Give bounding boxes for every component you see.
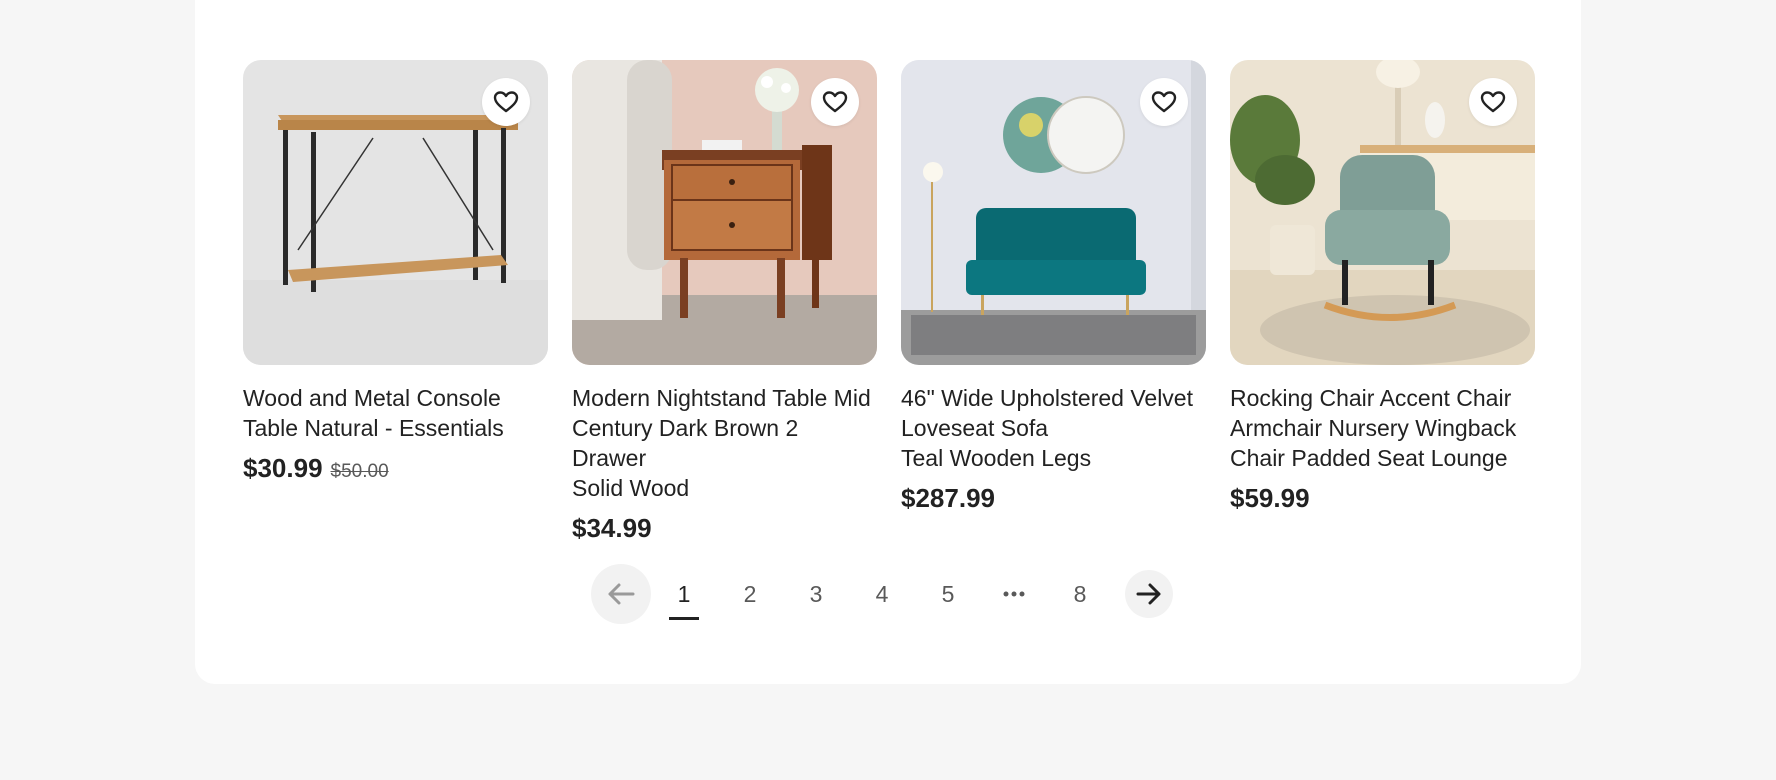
product-card[interactable]: 46" Wide Upholstered Velvet Loveseat Sof…	[901, 60, 1206, 544]
original-price: $50.00	[330, 461, 389, 482]
product-price: $59.99	[1230, 483, 1310, 513]
product-price: $30.99	[243, 453, 323, 483]
page-3-link[interactable]: 3	[783, 564, 849, 624]
heart-outline-icon	[1480, 91, 1506, 113]
favorite-button[interactable]	[1140, 78, 1188, 126]
product-card[interactable]: Rocking Chair Accent Chair Armchair Nurs…	[1230, 60, 1535, 544]
next-page-button[interactable]	[1125, 570, 1173, 618]
product-title-line: Teal Wooden Legs	[901, 445, 1092, 471]
product-title[interactable]: 46" Wide Upholstered Velvet Loveseat Sof…	[901, 383, 1206, 473]
favorite-button[interactable]	[1469, 78, 1517, 126]
product-title-line: Loveseat Sofa	[901, 415, 1049, 441]
page-5-link[interactable]: 5	[915, 564, 981, 624]
product-title-line: 46" Wide Upholstered Velvet	[901, 385, 1193, 411]
product-title-line: Table Natural - Essentials	[243, 415, 504, 441]
favorite-button[interactable]	[482, 78, 530, 126]
product-title-line: Armchair Nursery Wingback	[1230, 415, 1517, 441]
product-grid: Wood and Metal Console Table Natural - E…	[243, 60, 1535, 544]
product-title-line: Century Dark Brown 2 Drawer	[572, 415, 799, 471]
product-title[interactable]: Rocking Chair Accent Chair Armchair Nurs…	[1230, 383, 1535, 473]
product-title-line: Chair Padded Seat Lounge	[1230, 445, 1508, 471]
product-title-line: Wood and Metal Console	[243, 385, 501, 411]
page-2-link[interactable]: 2	[717, 564, 783, 624]
product-title-line: Solid Wood	[572, 475, 690, 501]
heart-outline-icon	[822, 91, 848, 113]
product-price: $287.99	[901, 483, 995, 513]
product-image[interactable]	[243, 60, 548, 365]
favorite-button[interactable]	[811, 78, 859, 126]
last-page-link[interactable]: 8	[1047, 564, 1113, 624]
heart-outline-icon	[1151, 91, 1177, 113]
previous-page-button[interactable]	[591, 564, 651, 624]
product-card[interactable]: Modern Nightstand Table Mid Century Dark…	[572, 60, 877, 544]
product-panel: Wood and Metal Console Table Natural - E…	[195, 0, 1581, 684]
arrow-right-icon	[1136, 583, 1161, 605]
price-row: $30.99 $50.00	[243, 453, 548, 484]
product-title[interactable]: Modern Nightstand Table Mid Century Dark…	[572, 383, 877, 503]
product-image[interactable]	[901, 60, 1206, 365]
price-row: $59.99	[1230, 483, 1535, 514]
product-card[interactable]: Wood and Metal Console Table Natural - E…	[243, 60, 548, 544]
product-title[interactable]: Wood and Metal Console Table Natural - E…	[243, 383, 548, 443]
heart-outline-icon	[493, 91, 519, 113]
ellipsis-icon	[1003, 591, 1025, 597]
page-1-link[interactable]: 1	[651, 564, 717, 624]
product-title-line: Rocking Chair Accent Chair	[1230, 385, 1512, 411]
product-image[interactable]	[1230, 60, 1535, 365]
price-row: $34.99	[572, 513, 877, 544]
pagination: 1 2 3 4 5 8	[591, 564, 1173, 624]
product-price: $34.99	[572, 513, 652, 543]
price-row: $287.99	[901, 483, 1206, 514]
product-image[interactable]	[572, 60, 877, 365]
page-4-link[interactable]: 4	[849, 564, 915, 624]
pagination-ellipsis	[981, 564, 1047, 624]
arrow-left-icon	[608, 583, 635, 605]
product-title-line: Modern Nightstand Table Mid	[572, 385, 871, 411]
